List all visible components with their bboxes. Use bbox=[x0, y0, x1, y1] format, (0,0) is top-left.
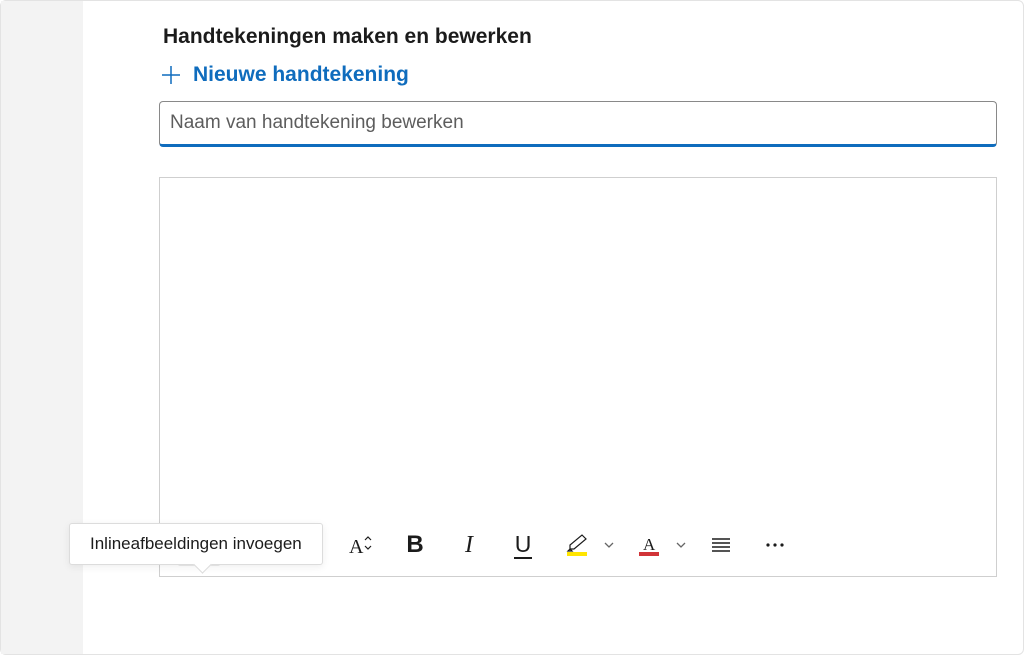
main-content: Handtekeningen maken en bewerken Nieuwe … bbox=[159, 25, 997, 577]
highlight-button[interactable] bbox=[556, 524, 598, 566]
tooltip-text: Inlineafbeeldingen invoegen bbox=[90, 534, 302, 553]
italic-icon: I bbox=[465, 532, 473, 559]
editor-input[interactable] bbox=[160, 178, 996, 518]
highlight-chevron[interactable] bbox=[602, 538, 616, 552]
signature-name-input[interactable] bbox=[159, 101, 997, 147]
ellipsis-icon bbox=[764, 542, 786, 548]
font-size-button[interactable]: A bbox=[340, 524, 382, 566]
signature-editor: A A A B I U bbox=[159, 177, 997, 577]
underline-icon: U bbox=[514, 531, 532, 559]
page-title: Handtekeningen maken en bewerken bbox=[163, 25, 997, 49]
italic-button[interactable]: I bbox=[448, 524, 490, 566]
font-color-button[interactable]: A bbox=[628, 524, 670, 566]
underline-button[interactable]: U bbox=[502, 524, 544, 566]
svg-text:A: A bbox=[643, 535, 656, 552]
font-color-icon: A bbox=[639, 534, 659, 556]
new-signature-button[interactable]: Nieuwe handtekening bbox=[161, 63, 409, 87]
bold-icon: B bbox=[406, 531, 423, 559]
chevron-down-icon bbox=[675, 539, 687, 551]
new-signature-label: Nieuwe handtekening bbox=[193, 63, 409, 87]
bold-button[interactable]: B bbox=[394, 524, 436, 566]
more-options-button[interactable] bbox=[754, 524, 796, 566]
tooltip: Inlineafbeeldingen invoegen bbox=[69, 523, 323, 565]
bullet-list-icon bbox=[710, 535, 732, 555]
svg-text:A: A bbox=[349, 536, 364, 556]
font-color-chevron[interactable] bbox=[674, 538, 688, 552]
chevron-down-icon bbox=[603, 539, 615, 551]
bullet-list-button[interactable] bbox=[700, 524, 742, 566]
font-size-icon: A bbox=[347, 534, 375, 556]
highlighter-icon bbox=[566, 534, 588, 556]
plus-icon bbox=[161, 65, 181, 85]
